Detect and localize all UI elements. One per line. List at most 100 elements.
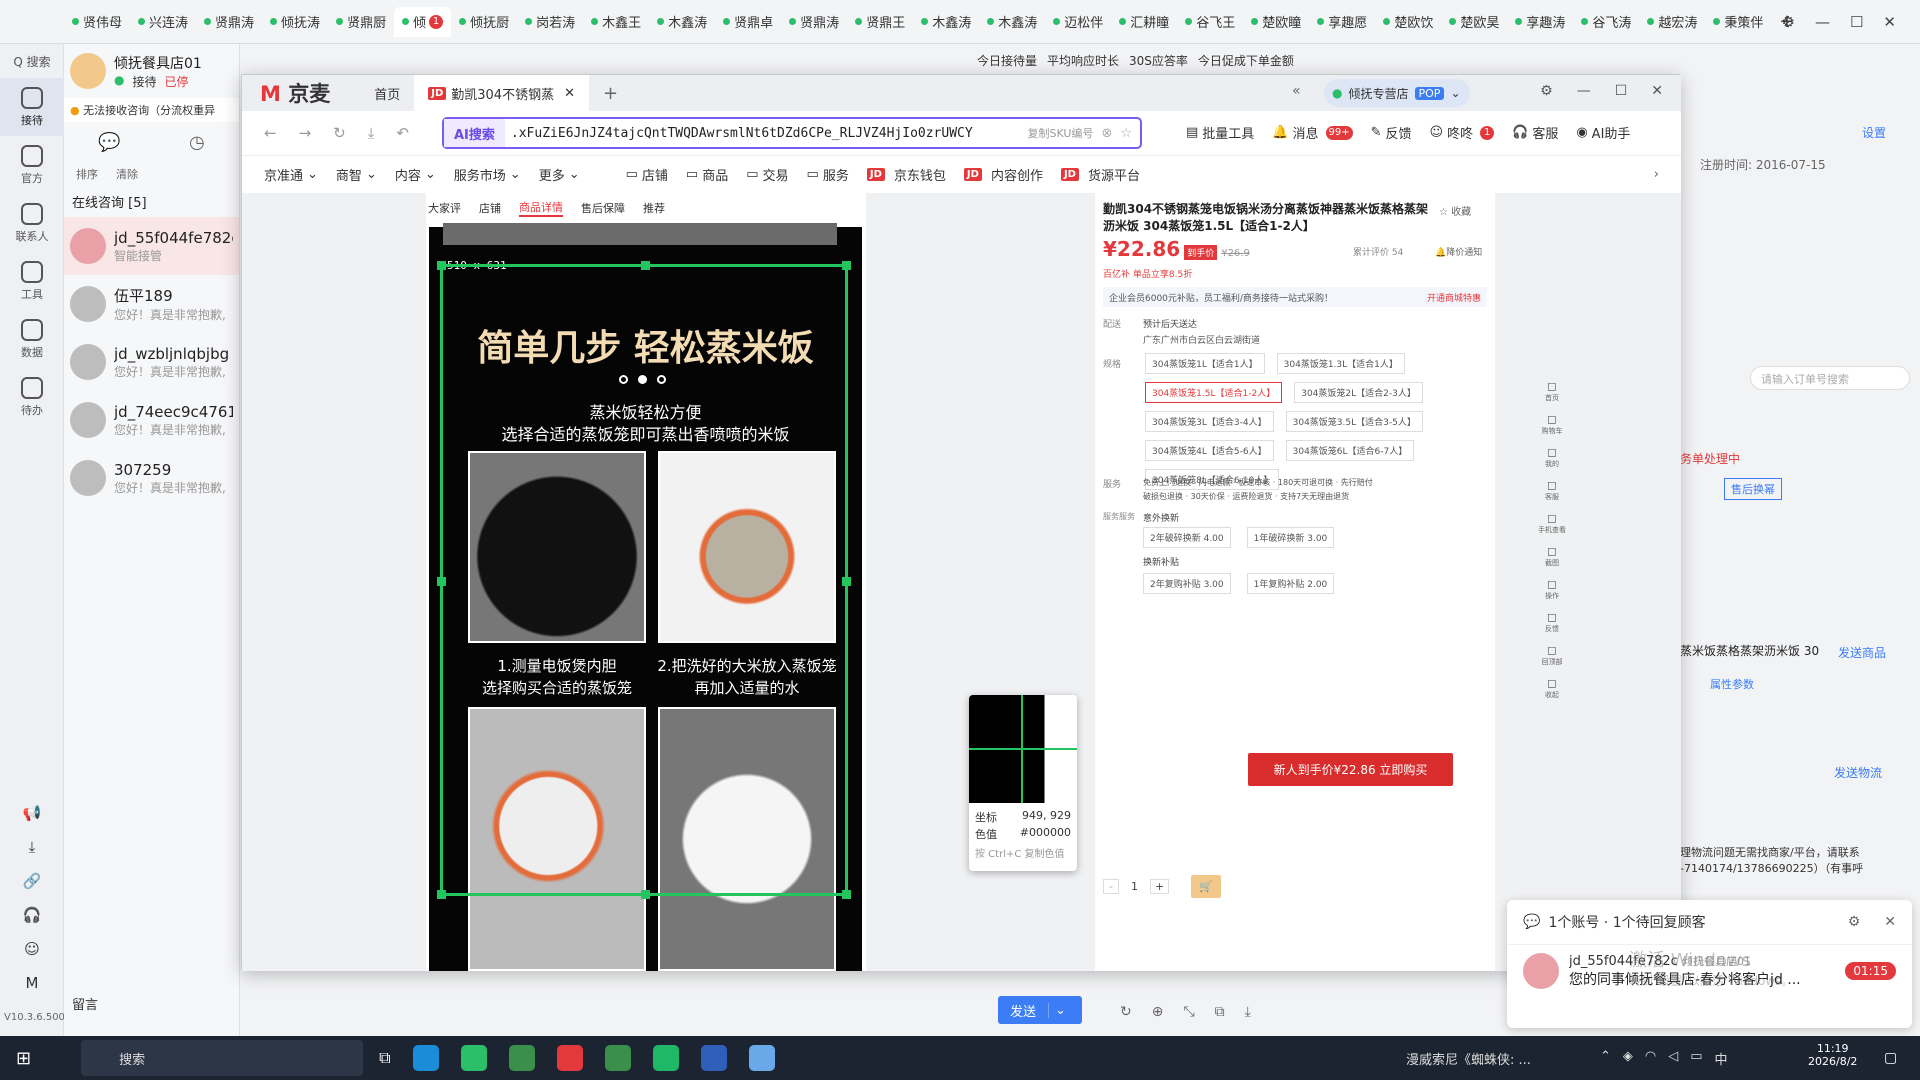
ime-label[interactable]: 中 <box>1715 1049 1728 1068</box>
order-search-input[interactable]: 请输入订单号搜索 <box>1750 366 1910 390</box>
detail-tab[interactable]: 售后保障 <box>581 200 625 216</box>
collapse-icon[interactable]: « <box>1292 83 1301 99</box>
close-icon[interactable]: ✕ <box>1883 13 1896 31</box>
side-tool[interactable]: ◻ 操作 <box>1532 577 1572 610</box>
detail-tab[interactable]: 推荐 <box>643 200 665 216</box>
minimize-icon[interactable]: — <box>1815 13 1830 31</box>
reception-status[interactable]: 接待 <box>132 73 156 90</box>
maximize-icon[interactable]: ☐ <box>1615 83 1628 99</box>
side-tool[interactable]: ◻ 回顶部 <box>1532 643 1572 676</box>
spec-option[interactable]: 304蒸饭笼2L【适合2-3人】 <box>1294 382 1423 403</box>
jingmai-taskbar-icon[interactable] <box>700 1045 727 1071</box>
browser-tab[interactable]: 楚欧昊 <box>1441 7 1507 37</box>
browser-tab[interactable]: 迈松伴 <box>1045 7 1111 37</box>
extra-service-option[interactable]: 1年破碎换新 3.00 <box>1246 527 1335 548</box>
emoji-icon[interactable]: ☺ <box>0 932 64 966</box>
chat-list-item[interactable]: 伍平189 您好！真是非常抱歉, <box>64 275 239 333</box>
external-link-icon[interactable]: ⧉ <box>1215 1004 1225 1020</box>
star-icon[interactable]: ☆ <box>1120 126 1132 141</box>
headset-icon[interactable]: 🎧 <box>0 898 64 932</box>
member-banner[interactable]: 企业会员6000元补贴，员工福利/商务接待一站式采购！ 开通商城特惠 <box>1103 287 1487 307</box>
chat-list-item[interactable]: jd_wzbljnlqbjbg 您好！真是非常抱歉, <box>64 333 239 391</box>
browser-tab[interactable]: 贤鼎卓 <box>715 7 781 37</box>
clock-icon[interactable]: ◷ <box>189 132 205 153</box>
close-tab-icon[interactable]: ✕ <box>564 86 575 101</box>
chat-list-item[interactable]: jd_55f044fe782c 智能接管 <box>64 217 239 275</box>
add-icon[interactable]: ⊕ <box>1152 1004 1164 1020</box>
jingmai-tab[interactable]: 首页 <box>360 75 414 111</box>
clear-icon[interactable]: ⊗ <box>1101 126 1112 141</box>
trade-in-option[interactable]: 1年复购补贴 2.00 <box>1246 573 1335 594</box>
browser-tab[interactable]: 岗若涛 <box>517 7 583 37</box>
chevron-right-icon[interactable]: › <box>1654 167 1659 182</box>
menu2-item[interactable]: ▭ 店铺 <box>626 165 668 184</box>
rail-chat-bubble[interactable]: 接待 <box>0 78 64 136</box>
link-icon[interactable]: 🔗 <box>0 864 64 898</box>
review-count[interactable]: 累计评价 54 <box>1353 245 1403 258</box>
browser-tab[interactable]: 谷飞王 <box>1177 7 1243 37</box>
browser-tab[interactable]: 享趣愿 <box>1309 7 1375 37</box>
qty-value[interactable]: 1 <box>1131 880 1138 893</box>
chevron-up-icon[interactable]: ⌃ <box>1600 1049 1611 1068</box>
toolbar-ai-avatar[interactable]: ◉ AI助手 <box>1576 123 1630 142</box>
ship-address[interactable]: 广东广州市白云区白云湖街道 <box>1143 333 1260 346</box>
rail-contacts[interactable]: 联系人 <box>0 194 64 252</box>
media-title[interactable]: 漫威索尼《蜘蛛侠: ... <box>1406 1049 1531 1068</box>
volume-icon[interactable]: ◁ <box>1668 1049 1678 1068</box>
trade-in-option[interactable]: 2年复购补贴 3.00 <box>1143 573 1231 594</box>
browser-tab[interactable]: 享趣涛 <box>1507 7 1573 37</box>
settings-link[interactable]: 设置 <box>1862 124 1886 141</box>
side-tool[interactable]: ◻ 我的 <box>1532 445 1572 478</box>
megaphone-icon[interactable]: 📢 <box>0 796 64 830</box>
browser-tab[interactable]: 木鑫涛 <box>913 7 979 37</box>
toolbar-edit[interactable]: ✎ 反馈 <box>1371 123 1412 142</box>
rail-tools[interactable]: 工具 <box>0 252 64 310</box>
task-view-icon[interactable]: ⧉ <box>379 1048 390 1068</box>
sort-button[interactable]: 排序 <box>76 166 98 182</box>
send-product-link[interactable]: 发送商品 <box>1838 644 1886 661</box>
browser-tab[interactable]: 木鑫王 <box>583 7 649 37</box>
app-chat-icon[interactable] <box>652 1045 679 1071</box>
maximize-icon[interactable]: ☐ <box>1850 13 1863 31</box>
detail-tab[interactable]: 店铺 <box>479 200 501 216</box>
toolbar-dongdong[interactable]: ☺ 咚咚 1 <box>1430 123 1495 142</box>
leave-message[interactable]: 留言 <box>72 994 98 1013</box>
menu2-item[interactable]: JD 货源平台 <box>1060 165 1140 184</box>
menu-item[interactable]: 更多 ⌄ <box>539 165 580 184</box>
side-tool[interactable]: ◻ 客服 <box>1532 478 1572 511</box>
menu-item[interactable]: 商智 ⌄ <box>336 165 377 184</box>
order-processing[interactable]: 务单处理中 <box>1680 450 1740 467</box>
favorite-icon[interactable]: ☆ <box>1439 207 1448 218</box>
edge-icon[interactable] <box>412 1045 439 1071</box>
browser-tab[interactable]: 木鑫涛 <box>649 7 715 37</box>
minimize-icon[interactable]: — <box>1577 83 1591 99</box>
menu2-item[interactable]: JD 京东钱包 <box>866 165 946 184</box>
browser-tab[interactable]: 倾抚涛 <box>262 7 328 37</box>
side-tool[interactable]: ◻ 截图 <box>1532 544 1572 577</box>
spec-option[interactable]: 304蒸饭笼1L【适合1人】 <box>1145 353 1265 374</box>
browser-tab[interactable]: 贤鼎涛 <box>781 7 847 37</box>
menu2-item[interactable]: ▭ 服务 <box>807 165 849 184</box>
brand-m-icon[interactable]: M <box>0 966 64 1000</box>
menu-item[interactable]: 服务市场 ⌄ <box>454 165 521 184</box>
undo-icon[interactable]: ↶ <box>396 124 409 142</box>
notification-center-icon[interactable]: ▢ <box>1884 1050 1897 1066</box>
copy-sku-button[interactable]: 复制SKU编号 <box>1027 125 1093 141</box>
menu-item[interactable]: 内容 ⌄ <box>395 165 436 184</box>
toolbar-batch[interactable]: ▤ 批量工具 <box>1186 123 1254 142</box>
rail-search[interactable]: Q 搜索 <box>0 44 64 78</box>
price-notify[interactable]: 降价通知 <box>1446 248 1482 258</box>
settings-icon[interactable]: ⚙ <box>1782 13 1795 31</box>
buy-now-button[interactable]: 新人到手价¥22.86 立即购买 <box>1248 753 1453 786</box>
network-icon[interactable]: ▭ <box>1690 1049 1702 1068</box>
download-icon[interactable]: ⤓ <box>1245 1004 1251 1020</box>
add-to-cart-icon[interactable]: 🛒 <box>1191 875 1221 898</box>
spec-option[interactable]: 304蒸饭笼6L【适合6-7人】 <box>1285 440 1415 461</box>
toolbar-bell[interactable]: 🔔 消息 99+ <box>1272 123 1353 142</box>
chat-list-item[interactable]: 307259 您好！真是非常抱歉, <box>64 449 239 507</box>
send-button[interactable]: 发送 ⌄ <box>998 996 1082 1024</box>
screenshot-selection-box[interactable] <box>437 261 851 899</box>
refresh-icon[interactable]: ↻ <box>1120 1004 1132 1020</box>
browser-tab[interactable]: 贤伟母 <box>64 7 130 37</box>
taskbar-search[interactable]: 搜索 <box>81 1040 364 1076</box>
